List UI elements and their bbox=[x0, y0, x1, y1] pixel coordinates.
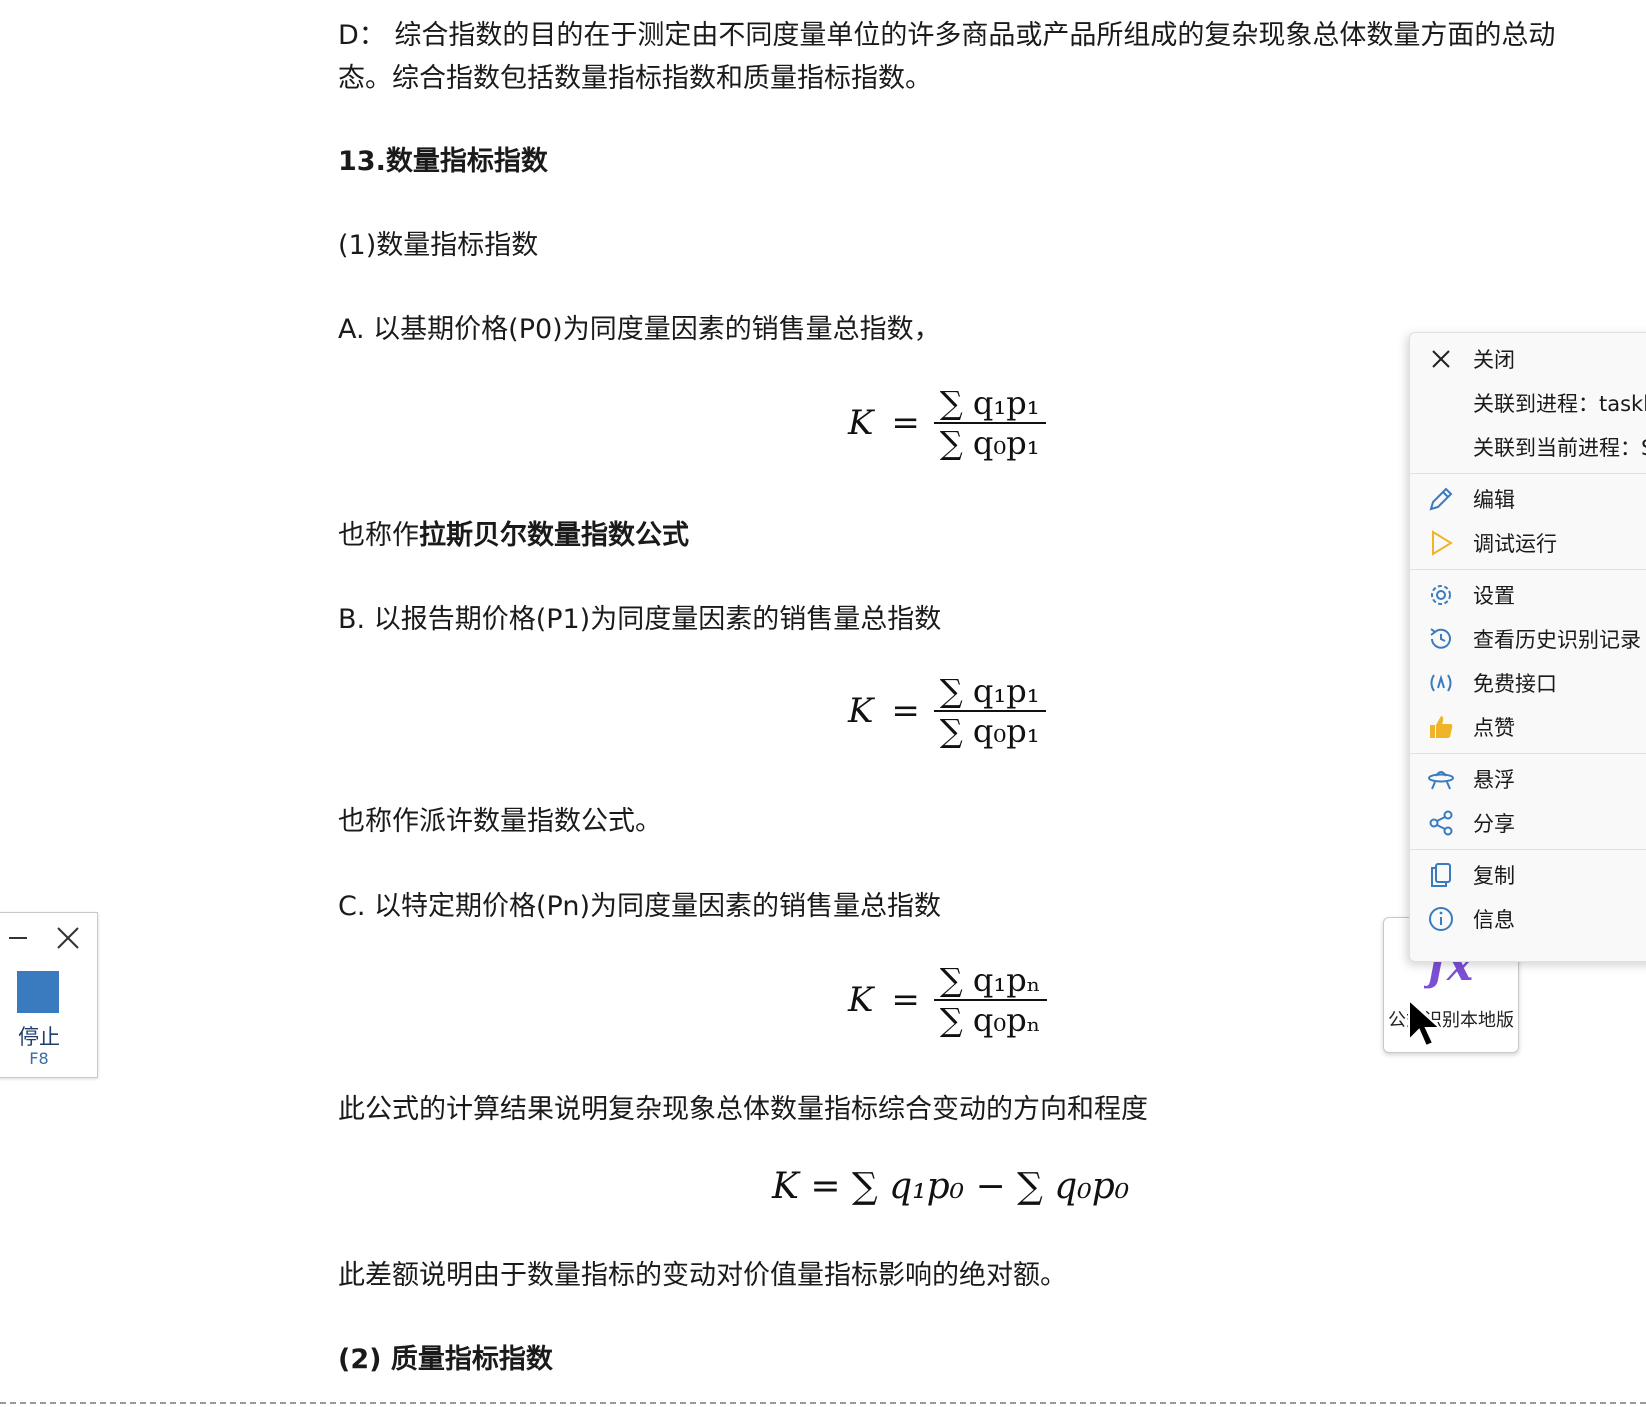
formula-denominator: ∑ q₀pₙ bbox=[939, 1001, 1041, 1039]
menu-separator bbox=[1410, 849, 1646, 850]
menu-item-attach-process[interactable]: 关联到进程：taskb bbox=[1410, 383, 1646, 423]
stop-button[interactable] bbox=[17, 971, 59, 1013]
menu-item-debug-run[interactable]: 调试运行 bbox=[1410, 523, 1646, 563]
menu-label: 调试运行 bbox=[1473, 532, 1557, 556]
menu-label: 免费接口 bbox=[1473, 672, 1557, 696]
item-a: A. 以基期价格(P0)为同度量因素的销售量总指数， bbox=[338, 314, 941, 345]
menu-item-edit[interactable]: 编辑 bbox=[1410, 479, 1646, 519]
gear-icon bbox=[1426, 580, 1456, 610]
formula-eq: = bbox=[891, 980, 920, 1020]
formula-a: K = ∑ q₁p₁ ∑ q₀p₁ bbox=[848, 384, 1046, 462]
formula-lhs: K bbox=[848, 980, 874, 1020]
stop-label: 停止 bbox=[18, 1025, 60, 1049]
laspeyres-prefix: 也称作 bbox=[338, 520, 419, 551]
paasche-note: 也称作派许数量指数公式。 bbox=[338, 806, 662, 837]
menu-label: 复制 bbox=[1473, 864, 1515, 888]
formula-fraction: ∑ q₁p₁ ∑ q₀p₁ bbox=[933, 384, 1046, 462]
menu-item-settings[interactable]: 设置 bbox=[1410, 575, 1646, 615]
menu-item-attach-current-process[interactable]: 关联到当前进程：S bbox=[1410, 427, 1646, 467]
formula-fraction: ∑ q₁pₙ ∑ q₀pₙ bbox=[933, 961, 1047, 1039]
share-icon bbox=[1426, 808, 1456, 838]
menu-label: 悬浮 bbox=[1473, 768, 1515, 792]
formula-b: K = ∑ q₁p₁ ∑ q₀p₁ bbox=[848, 672, 1046, 750]
stop-widget: 停止 F8 bbox=[0, 912, 98, 1078]
menu-label: 关联到进程：taskb bbox=[1473, 392, 1646, 416]
subheading-1: (1)数量指标指数 bbox=[338, 230, 539, 261]
copy-icon bbox=[1426, 860, 1456, 890]
formula-numerator: ∑ q₁p₁ bbox=[939, 672, 1040, 710]
result-note: 此公式的计算结果说明复杂现象总体数量指标综合变动的方向和程度 bbox=[338, 1094, 1148, 1125]
stop-hotkey: F8 bbox=[29, 1049, 49, 1068]
heading-2: (2) 质量指标指数 bbox=[338, 1344, 553, 1375]
menu-label: 设置 bbox=[1473, 584, 1515, 608]
diff-note: 此差额说明由于数量指标的变动对价值量指标影响的绝对额。 bbox=[338, 1260, 1067, 1291]
formula-eq: = bbox=[891, 691, 920, 731]
laspeyres-name: 拉斯贝尔数量指数公式 bbox=[419, 520, 689, 551]
context-menu: 关闭 关联到进程：taskb 关联到当前进程：S 编辑 调试运行 设置 查看历史… bbox=[1409, 332, 1646, 962]
menu-item-like[interactable]: 点赞 bbox=[1410, 707, 1646, 747]
menu-item-free-api[interactable]: 免费接口 bbox=[1410, 663, 1646, 703]
formula-eq: = bbox=[891, 403, 920, 443]
history-icon bbox=[1426, 624, 1456, 654]
formula-lhs: K bbox=[848, 403, 874, 443]
menu-separator bbox=[1410, 473, 1646, 474]
close-icon bbox=[1426, 344, 1456, 374]
close-icon[interactable] bbox=[55, 925, 81, 951]
screen: D： 综合指数的目的在于测定由不同度量单位的许多商品或产品所组成的复杂现象总体数… bbox=[0, 0, 1646, 1407]
formula-c: K = ∑ q₁pₙ ∑ q₀pₙ bbox=[848, 961, 1047, 1039]
menu-item-info[interactable]: 信息 bbox=[1410, 899, 1646, 939]
page-break-divider bbox=[0, 1402, 1646, 1404]
mouse-cursor-icon bbox=[1408, 998, 1443, 1048]
formula-fraction: ∑ q₁p₁ ∑ q₀p₁ bbox=[933, 672, 1046, 750]
menu-label: 分享 bbox=[1473, 812, 1515, 836]
minimize-icon[interactable] bbox=[7, 927, 29, 949]
laspeyres-note: 也称作拉斯贝尔数量指数公式 bbox=[338, 514, 689, 557]
heading-13: 13.数量指标指数 bbox=[338, 146, 548, 177]
thumbs-up-icon bbox=[1426, 712, 1456, 742]
menu-item-share[interactable]: 分享 bbox=[1410, 803, 1646, 843]
menu-label: 关闭 bbox=[1473, 348, 1515, 372]
menu-item-copy[interactable]: 复制 bbox=[1410, 855, 1646, 895]
formula-numerator: ∑ q₁p₁ bbox=[939, 384, 1040, 422]
item-b: B. 以报告期价格(P1)为同度量因素的销售量总指数 bbox=[338, 604, 942, 635]
ufo-icon bbox=[1426, 764, 1456, 794]
menu-label: 查看历史识别记录 bbox=[1473, 628, 1641, 652]
menu-separator bbox=[1410, 753, 1646, 754]
pencil-icon bbox=[1426, 484, 1456, 514]
play-icon bbox=[1426, 528, 1456, 558]
menu-label: 关联到当前进程：S bbox=[1473, 436, 1646, 460]
formula-button-label: 公式识别本地版 bbox=[1388, 1010, 1514, 1031]
menu-label: 编辑 bbox=[1473, 488, 1515, 512]
item-c: C. 以特定期价格(Pn)为同度量因素的销售量总指数 bbox=[338, 891, 942, 922]
menu-label: 信息 bbox=[1473, 908, 1515, 932]
formula-denominator: ∑ q₀p₁ bbox=[939, 424, 1040, 462]
formula-diff: K = ∑ q₁p₀ − ∑ q₀p₀ bbox=[772, 1166, 1130, 1207]
menu-label: 点赞 bbox=[1473, 716, 1515, 740]
paragraph-d: D： 综合指数的目的在于测定由不同度量单位的许多商品或产品所组成的复杂现象总体数… bbox=[338, 20, 1556, 95]
formula-denominator: ∑ q₀p₁ bbox=[939, 712, 1040, 750]
formula-numerator: ∑ q₁pₙ bbox=[939, 961, 1041, 999]
info-icon bbox=[1426, 904, 1456, 934]
api-icon bbox=[1426, 668, 1456, 698]
menu-item-history[interactable]: 查看历史识别记录 bbox=[1410, 619, 1646, 659]
menu-separator bbox=[1410, 569, 1646, 570]
formula-lhs: K bbox=[848, 691, 874, 731]
menu-item-close[interactable]: 关闭 bbox=[1410, 339, 1646, 379]
menu-item-float[interactable]: 悬浮 bbox=[1410, 759, 1646, 799]
